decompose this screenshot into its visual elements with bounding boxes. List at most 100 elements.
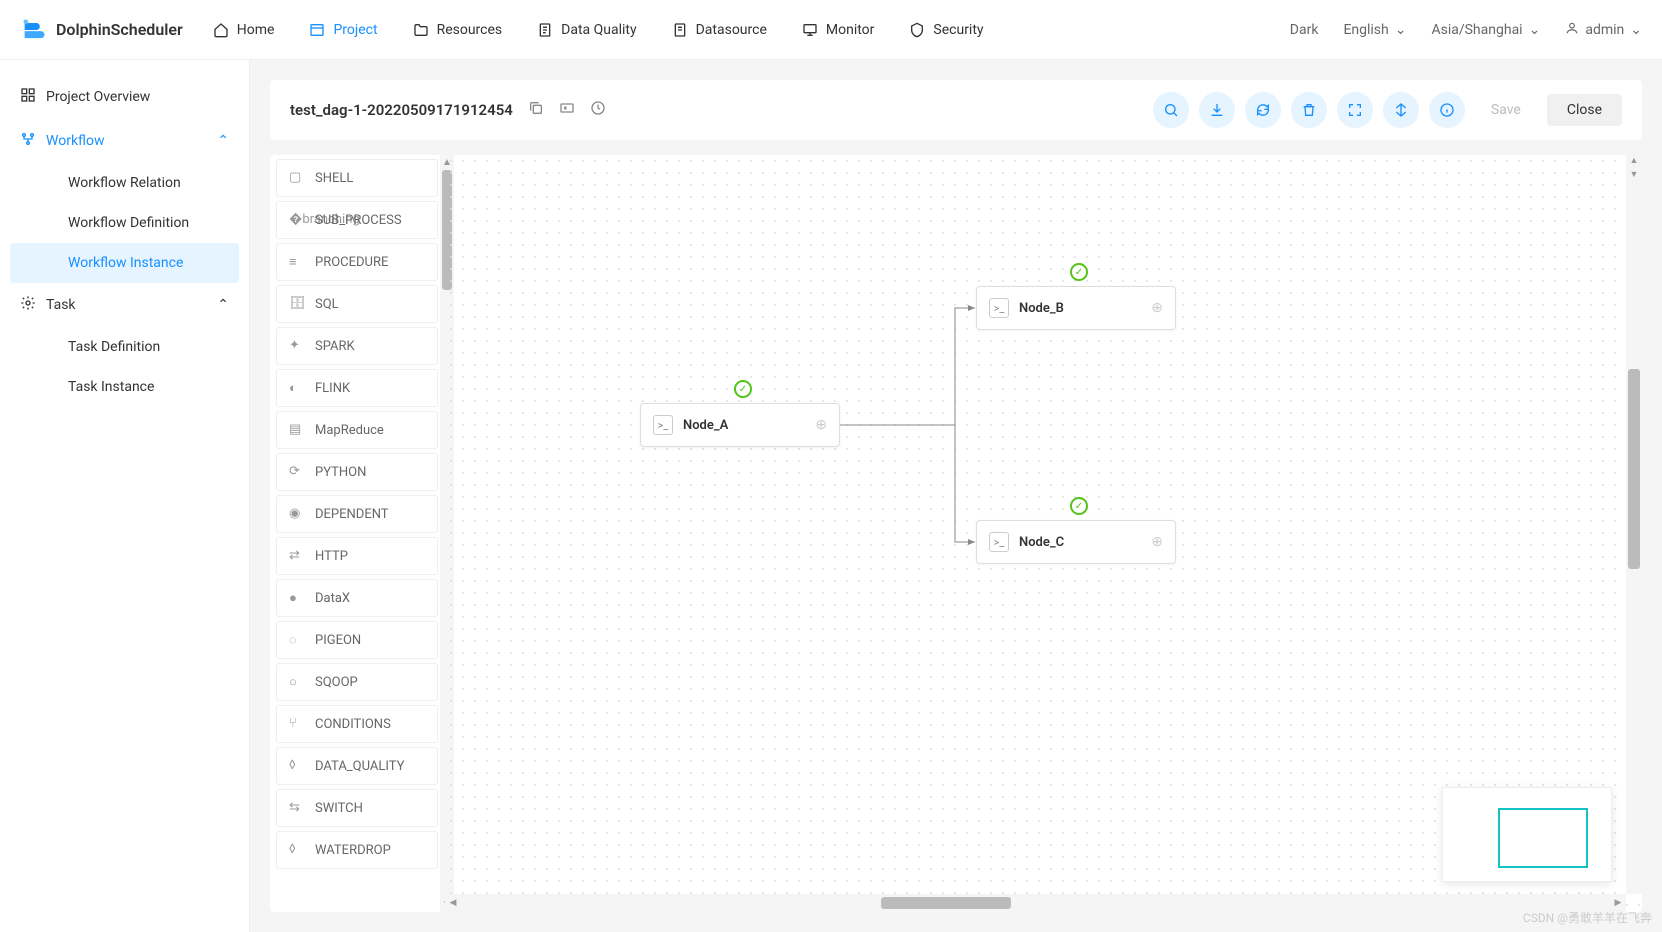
home-icon: [213, 22, 229, 38]
scroll-up-icon[interactable]: ▲: [1626, 155, 1642, 169]
copy-icon[interactable]: [528, 100, 544, 120]
datax-icon: ●: [289, 590, 305, 606]
shell-icon: >_: [989, 532, 1009, 552]
theme-toggle[interactable]: Dark: [1290, 22, 1319, 38]
nav-monitor[interactable]: Monitor: [802, 22, 875, 38]
dag-node-a[interactable]: >_ Node_A ⊕: [640, 403, 840, 447]
chevron-down-icon: ⌄: [1630, 22, 1642, 38]
sidebar-workflow-group[interactable]: Workflow ⌃: [0, 119, 249, 163]
palette-item[interactable]: ◉DEPENDENT: [276, 495, 438, 533]
search-button[interactable]: [1153, 92, 1189, 128]
scroll-left-icon[interactable]: ◀: [445, 898, 461, 908]
sidebar-task-instance[interactable]: Task Instance: [0, 367, 249, 407]
spark-icon: ✦: [289, 338, 305, 354]
minimap[interactable]: [1442, 787, 1612, 882]
palette-item[interactable]: ◊DATA_QUALITY: [276, 747, 438, 785]
sql-icon: 🗄: [289, 296, 305, 312]
refresh-button[interactable]: [1245, 92, 1281, 128]
sqoop-icon: ○: [289, 674, 305, 690]
header: DolphinScheduler Home Project Resources …: [0, 0, 1662, 60]
nav-data-quality[interactable]: Data Quality: [537, 22, 636, 38]
canvas-hscrollbar[interactable]: ◀ ▶: [445, 894, 1626, 912]
main-nav: Home Project Resources Data Quality Data…: [213, 22, 1290, 38]
palette-item[interactable]: 🗄SQL: [276, 285, 438, 323]
palette-item[interactable]: �branchingSUB_PROCESS: [276, 201, 438, 239]
palette-item[interactable]: ⟳PYTHON: [276, 453, 438, 491]
logo-icon: [20, 16, 48, 44]
chevron-up-icon: ⌃: [217, 297, 229, 313]
info-button[interactable]: [1429, 92, 1465, 128]
workspace: ▢SHELL �branchingSUB_PROCESS ≡PROCEDURE …: [270, 155, 1642, 912]
save-button: Save: [1475, 94, 1537, 126]
waterdrop-icon: ◊: [289, 842, 305, 858]
language-select[interactable]: English ⌄: [1343, 22, 1406, 38]
plus-icon[interactable]: ⊕: [1151, 300, 1163, 316]
palette-item[interactable]: ≡PROCEDURE: [276, 243, 438, 281]
palette-item[interactable]: ✦SPARK: [276, 327, 438, 365]
format-button[interactable]: [1383, 92, 1419, 128]
nav-project[interactable]: Project: [309, 22, 377, 38]
dag-node-c[interactable]: >_ Node_C ⊕: [976, 520, 1176, 564]
download-button[interactable]: [1199, 92, 1235, 128]
document-icon: [537, 22, 553, 38]
dag-node-b[interactable]: >_ Node_B ⊕: [976, 286, 1176, 330]
palette-item[interactable]: ▢SHELL: [276, 159, 438, 197]
workflow-icon: [20, 131, 36, 151]
plus-icon[interactable]: ⊕: [815, 417, 827, 433]
shell-icon: ▢: [289, 170, 305, 186]
monitor-icon: [802, 22, 818, 38]
chevron-down-icon: ⌄: [1395, 22, 1407, 38]
shell-icon: >_: [989, 298, 1009, 318]
nav-resources[interactable]: Resources: [413, 22, 503, 38]
fullscreen-button[interactable]: [1337, 92, 1373, 128]
canvas-vscrollbar[interactable]: ▲ ▼: [1626, 155, 1642, 894]
palette-item[interactable]: ◐FLINK: [276, 369, 438, 407]
scrollbar-thumb[interactable]: [1628, 369, 1640, 569]
task-palette: ▢SHELL �branchingSUB_PROCESS ≡PROCEDURE …: [270, 155, 444, 912]
timezone-select[interactable]: Asia/Shanghai ⌄: [1431, 22, 1540, 38]
sidebar-task-definition[interactable]: Task Definition: [0, 327, 249, 367]
workflow-name: test_dag-1-20220509171912454: [290, 101, 513, 119]
shell-icon: >_: [653, 415, 673, 435]
palette-item[interactable]: ○SQOOP: [276, 663, 438, 701]
status-success-icon: ✓: [1070, 497, 1088, 515]
toolbar: test_dag-1-20220509171912454 Save Close: [270, 80, 1642, 140]
scroll-right-icon[interactable]: ▶: [1610, 898, 1626, 908]
main: test_dag-1-20220509171912454 Save Close: [250, 60, 1662, 932]
status-success-icon: ✓: [1070, 263, 1088, 281]
nav-home[interactable]: Home: [213, 22, 275, 38]
palette-item[interactable]: ⇆SWITCH: [276, 789, 438, 827]
close-button[interactable]: Close: [1547, 94, 1622, 126]
flink-icon: ◐: [289, 380, 305, 396]
scrollbar-thumb[interactable]: [881, 897, 1011, 909]
version-icon[interactable]: [590, 100, 606, 120]
palette-item[interactable]: ▤MapReduce: [276, 411, 438, 449]
sidebar-workflow-definition[interactable]: Workflow Definition: [0, 203, 249, 243]
logo[interactable]: DolphinScheduler: [20, 16, 183, 44]
chevron-down-icon: ⌄: [1529, 22, 1541, 38]
sidebar-task-group[interactable]: Task ⌃: [0, 283, 249, 327]
status-success-icon: ✓: [734, 380, 752, 398]
gear-icon: [20, 295, 36, 315]
minimap-viewport[interactable]: [1498, 808, 1588, 868]
palette-item[interactable]: ◊WATERDROP: [276, 831, 438, 869]
conditions-icon: ⑂: [289, 716, 305, 732]
palette-item[interactable]: ⑂CONDITIONS: [276, 705, 438, 743]
sidebar-workflow-instance[interactable]: Workflow Instance: [10, 243, 239, 283]
delete-button[interactable]: [1291, 92, 1327, 128]
nav-security[interactable]: Security: [909, 22, 983, 38]
palette-item[interactable]: ⇄HTTP: [276, 537, 438, 575]
plus-icon[interactable]: ⊕: [1151, 534, 1163, 550]
sidebar-project-overview[interactable]: Project Overview: [0, 75, 249, 119]
header-right: Dark English ⌄ Asia/Shanghai ⌄ admin ⌄: [1290, 21, 1642, 39]
variables-icon[interactable]: [559, 100, 575, 120]
palette-item[interactable]: ●DataX: [276, 579, 438, 617]
subprocess-icon: �branching: [289, 212, 305, 228]
nav-datasource[interactable]: Datasource: [672, 22, 767, 38]
palette-item[interactable]: ◌PIGEON: [276, 621, 438, 659]
user-menu[interactable]: admin ⌄: [1565, 21, 1642, 39]
user-icon: [1565, 21, 1579, 39]
sidebar-workflow-relation[interactable]: Workflow Relation: [0, 163, 249, 203]
overview-icon: [20, 87, 36, 107]
sidebar: Project Overview Workflow ⌃ Workflow Rel…: [0, 60, 250, 932]
